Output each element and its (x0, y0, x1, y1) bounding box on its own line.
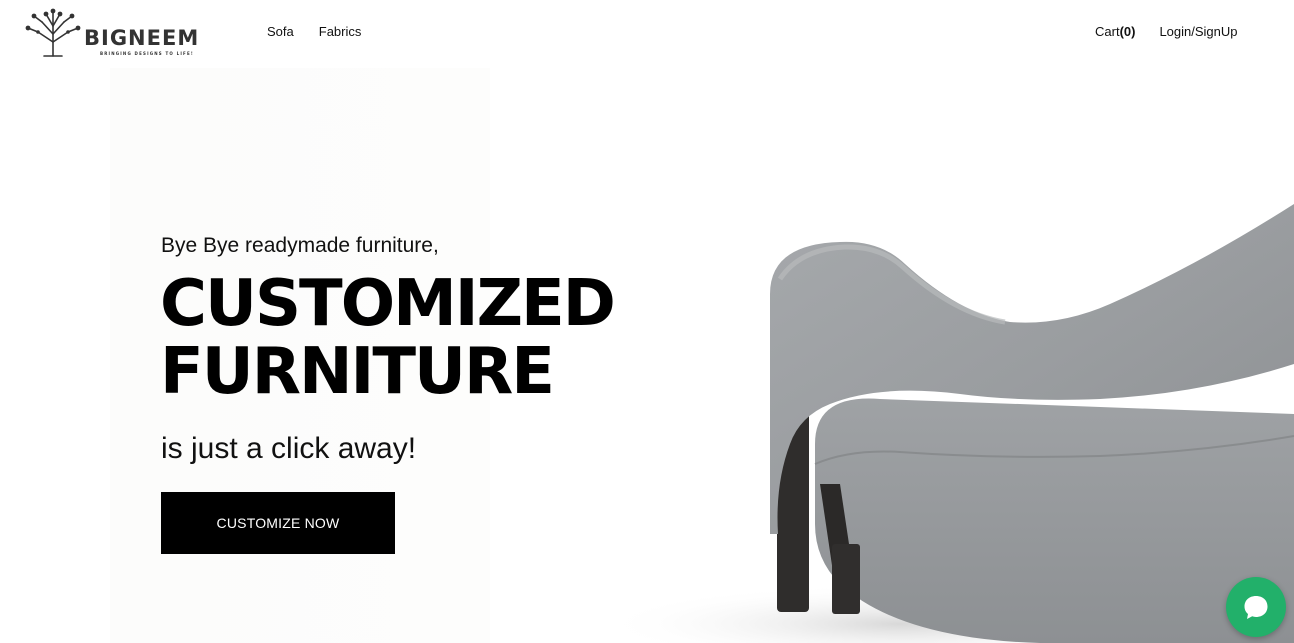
cart-label: Cart (1095, 24, 1120, 39)
customize-now-button[interactable]: CUSTOMIZE NOW (161, 492, 395, 554)
nav-item-fabrics[interactable]: Fabrics (319, 24, 362, 39)
brand-name: BIGNEEM (84, 26, 200, 50)
hero-title-line2: FURNITURE (160, 335, 555, 409)
main-nav: Sofa Fabrics (267, 24, 361, 39)
hero-subtitle: is just a click away! (161, 432, 417, 465)
account-nav: Cart(0) Login/SignUp (1095, 24, 1238, 39)
cart-link[interactable]: Cart(0) (1095, 24, 1135, 39)
brand-tagline: BRINGING DESIGNS TO LIFE! (100, 51, 194, 56)
site-header: BIGNEEM BRINGING DESIGNS TO LIFE! Sofa F… (0, 0, 1294, 64)
chat-button[interactable] (1226, 577, 1286, 637)
chat-bubble-icon (1244, 596, 1268, 619)
tree-icon (25, 8, 81, 57)
hero-title: CUSTOMIZED FURNITURE (160, 267, 616, 409)
nav-item-sofa[interactable]: Sofa (267, 24, 294, 39)
hero-pretitle: Bye Bye readymade furniture, (161, 234, 439, 257)
hero-title-line1: CUSTOMIZED (160, 267, 616, 341)
login-signup-link[interactable]: Login/SignUp (1159, 24, 1237, 39)
hero-section: Bye Bye readymade furniture, CUSTOMIZED … (0, 64, 1294, 643)
cart-count: (0) (1119, 24, 1136, 39)
brand-logo[interactable]: BIGNEEM BRINGING DESIGNS TO LIFE! (24, 6, 214, 60)
